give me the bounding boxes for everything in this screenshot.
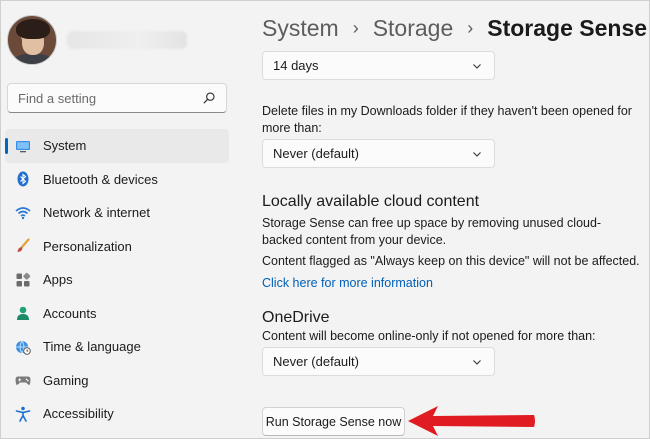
search-box[interactable]	[7, 83, 227, 113]
dropdown-value: Never (default)	[273, 354, 359, 369]
breadcrumb-separator: ›	[352, 18, 359, 38]
search-input[interactable]	[18, 90, 202, 106]
dropdown-value: 14 days	[273, 58, 319, 73]
sidebar-item-label: Gaming	[43, 372, 89, 388]
bluetooth-icon	[15, 171, 31, 187]
sidebar-item-system[interactable]: System	[5, 129, 229, 163]
breadcrumb: System › Storage › Storage Sense	[262, 15, 647, 42]
sidebar-item-network[interactable]: Network & internet	[5, 196, 229, 230]
sidebar-item-label: Accounts	[43, 305, 97, 321]
red-arrow-annotation	[408, 406, 535, 436]
sidebar-item-label: Apps	[43, 272, 73, 288]
search-icon[interactable]	[202, 91, 216, 105]
sidebar-item-gaming[interactable]: Gaming	[5, 364, 229, 398]
sidebar: System Bluetooth & devices Network & int…	[1, 1, 241, 439]
downloads-label: Delete files in my Downloads folder if t…	[262, 104, 632, 135]
sidebar-item-time-language[interactable]: Time & language	[5, 330, 229, 364]
chevron-down-icon	[473, 151, 481, 157]
sidebar-item-personalization[interactable]: Personalization	[5, 230, 229, 264]
settings-window: System Bluetooth & devices Network & int…	[0, 0, 650, 439]
cloud-content-note: Content flagged as "Always keep on this …	[262, 254, 640, 268]
more-info-link[interactable]: Click here for more information	[262, 276, 433, 290]
cloud-content-heading: Locally available cloud content	[262, 193, 480, 210]
sidebar-item-label: Bluetooth & devices	[43, 171, 158, 187]
sidebar-item-bluetooth[interactable]: Bluetooth & devices	[5, 163, 229, 197]
chevron-down-icon	[473, 63, 481, 69]
blurred-account-name	[67, 31, 187, 49]
sidebar-item-accessibility[interactable]: Accessibility	[5, 397, 229, 431]
main-content: System › Storage › Storage Sense 14 days…	[245, 1, 650, 439]
system-icon	[15, 138, 31, 154]
sidebar-item-label: Time & language	[43, 339, 141, 355]
downloads-duration-dropdown[interactable]: Never (default)	[262, 139, 495, 168]
run-storage-sense-button[interactable]: Run Storage Sense now	[262, 407, 405, 436]
breadcrumb-system[interactable]: System	[262, 15, 339, 42]
brush-icon	[15, 238, 31, 254]
sidebar-nav: System Bluetooth & devices Network & int…	[5, 129, 229, 431]
page-title: Storage Sense	[487, 15, 648, 41]
cloud-content-description: Storage Sense can free up space by remov…	[262, 216, 602, 247]
onedrive-label: Content will become online-only if not o…	[262, 329, 596, 343]
avatar	[7, 15, 57, 65]
breadcrumb-separator: ›	[467, 18, 474, 38]
chevron-down-icon	[473, 359, 481, 365]
sidebar-item-label: Accessibility	[43, 406, 114, 422]
sidebar-item-accounts[interactable]: Accounts	[5, 297, 229, 331]
dropdown-value: Never (default)	[273, 146, 359, 161]
sidebar-item-label: Network & internet	[43, 205, 150, 221]
accessibility-icon	[15, 406, 31, 422]
recycle-bin-duration-dropdown[interactable]: 14 days	[262, 51, 495, 80]
sidebar-item-apps[interactable]: Apps	[5, 263, 229, 297]
user-profile[interactable]	[7, 15, 187, 65]
sidebar-item-label: System	[43, 138, 87, 154]
onedrive-heading: OneDrive	[262, 309, 330, 326]
globe-clock-icon	[15, 339, 31, 355]
accounts-icon	[15, 305, 31, 321]
breadcrumb-storage[interactable]: Storage	[373, 15, 454, 42]
apps-icon	[15, 272, 31, 288]
sidebar-item-label: Personalization	[43, 238, 132, 254]
gamepad-icon	[15, 372, 31, 388]
onedrive-duration-dropdown[interactable]: Never (default)	[262, 347, 495, 376]
wifi-icon	[15, 205, 31, 221]
